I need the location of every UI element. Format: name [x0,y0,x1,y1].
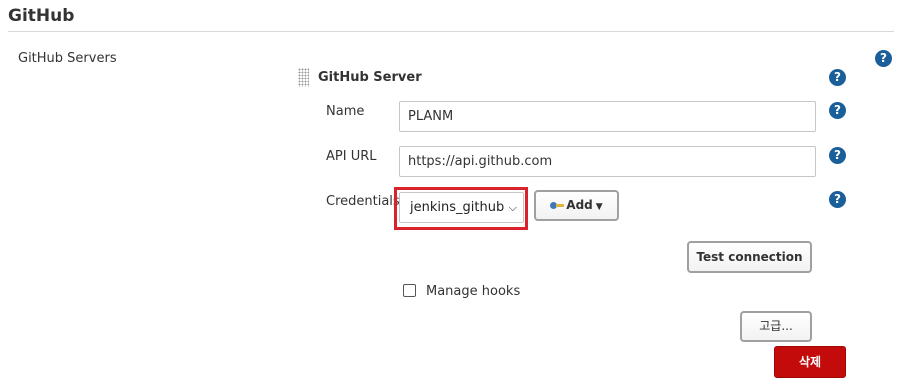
delete-button[interactable]: 삭제 [774,346,846,378]
add-button-label: Add [566,198,593,212]
section-title: GitHub [8,6,75,26]
api-url-help-icon[interactable]: ? [829,147,846,164]
advanced-button[interactable]: 고급... [740,311,812,342]
api-url-field[interactable]: https://api.github.com [399,146,816,177]
manage-hooks-checkbox[interactable] [403,284,416,297]
caret-down-icon: ▼ [595,202,603,212]
name-help-icon[interactable]: ? [829,102,846,119]
api-url-label: API URL [326,149,377,164]
credentials-label: Credentials [326,194,400,209]
credentials-select[interactable]: jenkins_github ⌵ [399,192,524,223]
github-servers-label: GitHub Servers [18,51,117,66]
server-header: GitHub Server [318,70,422,85]
manage-hooks-label[interactable]: Manage hooks [426,284,520,299]
name-label: Name [326,104,365,119]
credentials-help-icon[interactable]: ? [829,191,846,208]
drag-handle-icon[interactable] [298,68,309,87]
chevron-down-icon: ⌵ [508,201,517,214]
server-help-icon[interactable]: ? [829,69,846,86]
key-icon [550,201,565,210]
add-credentials-button[interactable]: Add ▼ [534,190,619,221]
section-divider [8,31,894,32]
name-field[interactable]: PLANM [399,101,816,132]
credentials-selected-value: jenkins_github [410,200,505,215]
github-servers-help-icon[interactable]: ? [875,50,892,67]
test-connection-button[interactable]: Test connection [687,241,812,273]
